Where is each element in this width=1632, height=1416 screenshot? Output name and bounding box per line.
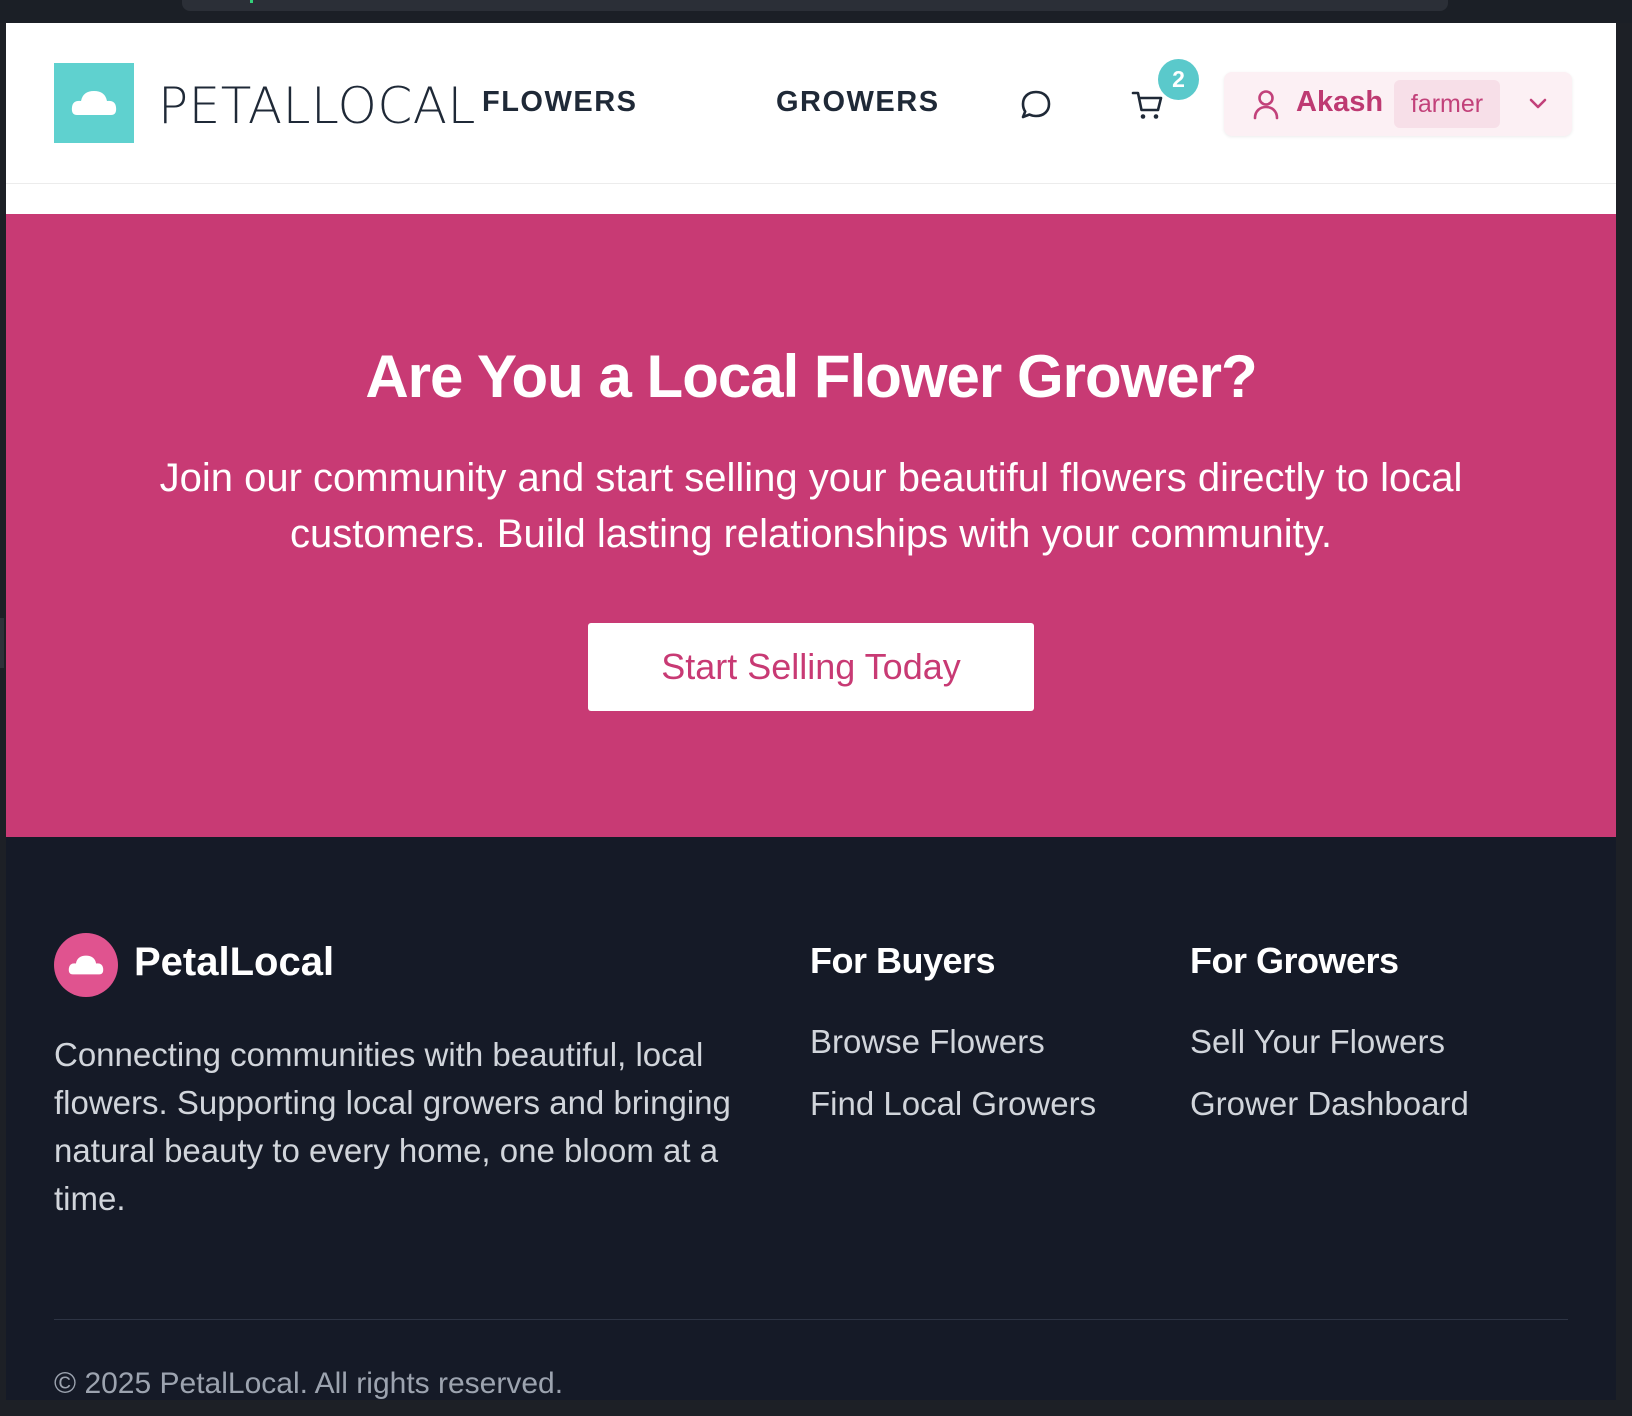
site-header: PETALLOCAL FLOWERS GROWERS 2 Akash farme… <box>6 23 1616 184</box>
footer-link-grower-dashboard[interactable]: Grower Dashboard <box>1190 1085 1469 1123</box>
footer-brand: PetalLocal <box>134 940 335 984</box>
footer-buyers-title: For Buyers <box>810 940 996 981</box>
window-edge <box>0 618 4 668</box>
nav-growers[interactable]: GROWERS <box>776 86 940 119</box>
footer-growers-title: For Growers <box>1190 940 1399 981</box>
site-footer: PetalLocal Connecting communities with b… <box>6 837 1616 1400</box>
nav-flowers[interactable]: FLOWERS <box>482 86 638 119</box>
role-badge: farmer <box>1394 80 1500 128</box>
chat-icon[interactable] <box>1018 87 1054 123</box>
browser-top-strip <box>0 0 1632 23</box>
footer-link-browse-flowers[interactable]: Browse Flowers <box>810 1023 1045 1061</box>
hero-title: Are You a Local Flower Grower? <box>365 343 1257 410</box>
footer-logo[interactable] <box>54 933 118 997</box>
logo-flower-icon <box>71 91 117 115</box>
footer-copyright: © 2025 PetalLocal. All rights reserved. <box>54 1367 564 1400</box>
brand-name[interactable]: PETALLOCAL <box>158 77 476 135</box>
user-menu-button[interactable]: Akash farmer <box>1224 72 1572 136</box>
page: PETALLOCAL FLOWERS GROWERS 2 Akash farme… <box>6 23 1616 1400</box>
user-icon <box>1253 90 1279 120</box>
footer-description: Connecting communities with beautiful, l… <box>54 1036 731 1217</box>
start-selling-button[interactable]: Start Selling Today <box>588 623 1034 711</box>
footer-link-sell-flowers[interactable]: Sell Your Flowers <box>1190 1023 1445 1061</box>
footer-divider <box>54 1319 1568 1320</box>
user-name: Akash <box>1296 86 1384 118</box>
status-dot <box>250 0 253 3</box>
cart-icon[interactable] <box>1130 87 1166 123</box>
footer-link-find-growers[interactable]: Find Local Growers <box>810 1085 1096 1123</box>
cart-count-badge: 2 <box>1158 59 1199 100</box>
chevron-down-icon <box>1529 98 1547 109</box>
grower-cta-section: Are You a Local Flower Grower? Join our … <box>6 214 1616 837</box>
hero-subtitle: Join our community and start selling you… <box>159 456 1463 556</box>
browser-address-bar[interactable] <box>182 0 1448 11</box>
logo-link[interactable] <box>54 63 134 143</box>
footer-flower-icon <box>68 955 104 975</box>
